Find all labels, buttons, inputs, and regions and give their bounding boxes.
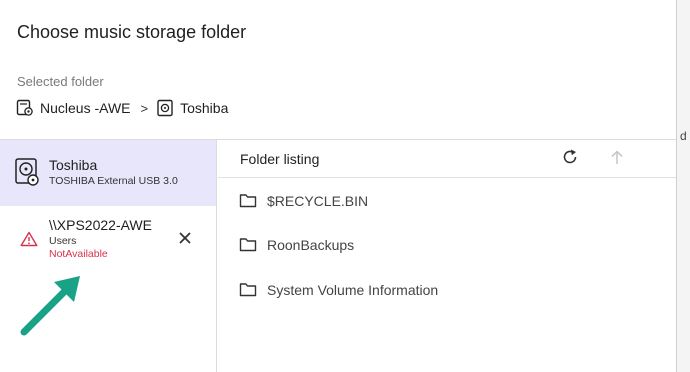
folder-icon	[239, 281, 257, 297]
folder-listing-panel: Folder listing $RECYCLE.BIN RoonBackups …	[218, 140, 676, 372]
folder-name: RoonBackups	[267, 237, 355, 253]
close-icon	[178, 231, 192, 250]
folder-name: System Volume Information	[267, 282, 439, 298]
breadcrumb: Nucleus -AWE > Toshiba	[16, 97, 228, 119]
device-subtitle: TOSHIBA External USB 3.0	[49, 175, 178, 187]
selected-folder-label: Selected folder	[17, 74, 104, 89]
annotation-arrow	[18, 270, 88, 340]
breadcrumb-item-nucleus[interactable]: Nucleus -AWE	[40, 100, 131, 116]
folder-icon	[239, 236, 257, 252]
folder-row[interactable]: System Volume Information	[218, 270, 676, 310]
remove-device-button[interactable]	[176, 231, 194, 249]
folder-icon	[239, 192, 257, 208]
background-text: d	[680, 129, 687, 143]
device-subtitle: Users	[49, 235, 77, 247]
listing-header: Folder listing	[218, 140, 676, 178]
listing-title: Folder listing	[240, 151, 320, 167]
hard-drive-icon	[14, 157, 40, 187]
breadcrumb-separator: >	[140, 100, 149, 116]
background-window-edge	[676, 0, 690, 372]
refresh-button[interactable]	[560, 149, 580, 169]
storage-folder-dialog: Choose music storage folder Selected fol…	[0, 0, 676, 372]
folder-name: $RECYCLE.BIN	[267, 193, 369, 209]
device-name: \\XPS2022-AWE	[49, 217, 152, 233]
warning-icon	[20, 231, 38, 247]
server-icon	[16, 99, 34, 117]
arrow-up-icon	[610, 149, 624, 170]
folder-row[interactable]: RoonBackups	[218, 225, 676, 265]
breadcrumb-item-toshiba[interactable]: Toshiba	[180, 100, 228, 116]
device-status: NotAvailable	[49, 248, 108, 260]
folder-row[interactable]: $RECYCLE.BIN	[218, 181, 676, 221]
dialog-title: Choose music storage folder	[17, 22, 247, 42]
drive-icon	[156, 99, 174, 117]
device-name: Toshiba	[49, 157, 98, 173]
parent-folder-button[interactable]	[607, 149, 627, 169]
refresh-icon	[561, 148, 579, 171]
sidebar-item-toshiba[interactable]: Toshiba TOSHIBA External USB 3.0	[0, 140, 216, 206]
